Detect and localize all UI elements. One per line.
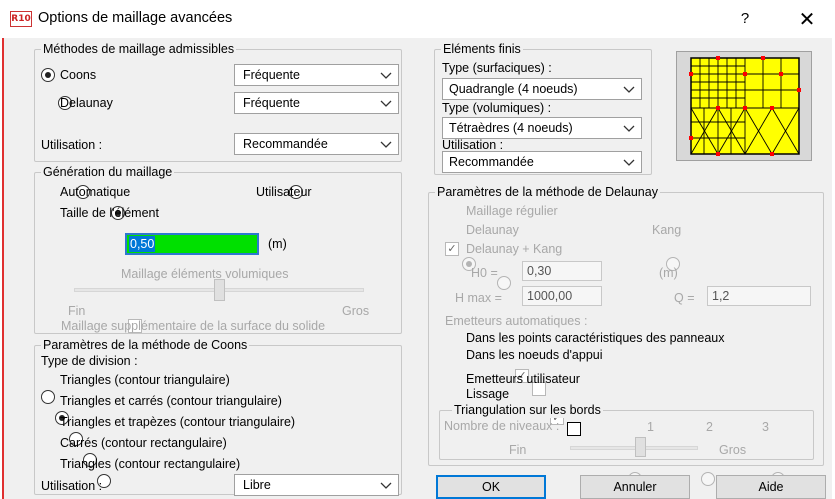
chevron-down-icon — [380, 100, 392, 107]
generation-legend: Génération du maillage — [41, 164, 175, 180]
user-label: Utilisateur — [256, 185, 312, 199]
hmax-value: 1000,00 — [527, 289, 573, 303]
close-button[interactable]: ✕ — [790, 6, 824, 32]
volumic-slider-thumb[interactable] — [214, 279, 225, 301]
coons-usage-value: Libre — [243, 478, 271, 492]
chevron-down-icon — [623, 159, 635, 166]
h0-value: 0,30 — [527, 264, 552, 278]
surface-type-select[interactable]: Quadrangle (4 noeuds) — [442, 78, 642, 100]
delaunay-label: Delaunay — [60, 96, 113, 110]
kang-method-label: Kang — [652, 223, 682, 237]
window-title: Options de maillage avancées — [38, 10, 233, 26]
help-title-button[interactable]: ? — [730, 8, 760, 30]
smoothing-label: Lissage — [466, 387, 510, 401]
division-option-label: Triangles (contour rectangulaire) — [60, 457, 241, 471]
title-bar: R10 Options de maillage avancées ? ✕ — [0, 0, 835, 38]
chevron-down-icon — [623, 86, 635, 93]
element-size-unit: (m) — [268, 237, 287, 251]
edges-fine-label: Fin — [509, 443, 527, 457]
level-radio[interactable] — [701, 472, 715, 486]
extra-surface-label: Maillage supplémentaire de la surface du… — [61, 319, 326, 333]
help-button[interactable]: Aide — [716, 475, 826, 499]
levels-label: Nombre de niveaux : — [444, 419, 560, 433]
h0-input[interactable]: 0,30 — [522, 261, 602, 281]
hmax-label: H max = — [455, 291, 502, 305]
volume-type-select[interactable]: Tétraèdres (4 noeuds) — [442, 117, 642, 139]
regular-mesh-checkbox[interactable]: ✓ — [445, 242, 459, 256]
level-label: 1 — [647, 420, 654, 434]
delaunay-params-legend: Paramètres de la méthode de Delaunay — [435, 184, 660, 200]
coons-label: Coons — [60, 68, 97, 82]
coons-params-legend: Paramètres de la méthode de Coons — [41, 337, 250, 353]
edges-coarse-label: Gros — [719, 443, 747, 457]
division-option-label: Carrés (contour rectangulaire) — [60, 436, 227, 450]
mesh-preview — [676, 51, 812, 161]
ok-button[interactable]: OK — [436, 475, 546, 499]
coons-usage-select[interactable]: Libre — [234, 474, 399, 496]
coons-usage-label: Utilisation : — [41, 479, 103, 493]
delaunay-frequency-value: Fréquente — [243, 96, 300, 110]
user-emitters-label: Emetteurs utilisateur — [466, 372, 580, 386]
delaunay-frequency-select[interactable]: Fréquente — [234, 92, 399, 114]
chevron-down-icon — [623, 125, 635, 132]
edges-slider-thumb[interactable] — [635, 437, 646, 457]
finite-usage-value: Recommandée — [449, 155, 534, 169]
volume-type-label: Type (volumiques) : — [442, 101, 552, 115]
methods-legend: Méthodes de maillage admissibles — [41, 41, 237, 57]
edges-slider-track[interactable] — [570, 446, 698, 450]
methods-usage-label: Utilisation : — [41, 138, 103, 152]
methods-usage-select[interactable]: Recommandée — [234, 133, 399, 155]
division-option-radio[interactable] — [41, 390, 55, 404]
volumic-coarse-label: Gros — [342, 304, 370, 318]
regular-mesh-label: Maillage régulier — [466, 204, 558, 218]
surface-type-value: Quadrangle (4 noeuds) — [449, 82, 578, 96]
element-size-input[interactable]: 0,50 — [125, 233, 259, 255]
volume-type-value: Tétraèdres (4 noeuds) — [449, 121, 573, 135]
dialog-body: Méthodes de maillage admissibles Coons F… — [2, 38, 832, 499]
level-label: 2 — [706, 420, 713, 434]
edges-legend: Triangulation sur les bords — [452, 402, 603, 418]
hmax-input[interactable]: 1000,00 — [522, 286, 602, 306]
support-nodes-label: Dans les noeuds d'appui — [466, 348, 603, 362]
mesh-preview-image — [689, 56, 801, 156]
coons-frequency-select[interactable]: Fréquente — [234, 64, 399, 86]
h0-label: H0 = — [471, 266, 498, 280]
q-value: 1,2 — [712, 289, 730, 303]
division-type-label: Type de division : — [41, 354, 138, 368]
element-size-label: Taille de l'élément — [60, 206, 159, 220]
h0-unit: (m) — [659, 266, 678, 280]
chevron-down-icon — [380, 482, 392, 489]
coons-radio[interactable] — [41, 68, 55, 82]
division-option-label: Triangles et carrés (contour triangulair… — [60, 394, 282, 408]
delaunay-method-label: Delaunay — [466, 223, 519, 237]
delaunay-kang-label: Delaunay + Kang — [466, 242, 563, 256]
coons-frequency-value: Fréquente — [243, 68, 300, 82]
q-label: Q = — [674, 291, 695, 305]
volumic-fine-label: Fin — [68, 304, 86, 318]
element-size-value: 0,50 — [129, 236, 156, 252]
level-label: 3 — [762, 420, 769, 434]
volumic-mesh-label: Maillage éléments volumiques — [121, 267, 289, 281]
app-logo-icon: R10 — [10, 11, 32, 27]
finite-usage-select[interactable]: Recommandée — [442, 151, 642, 173]
q-input[interactable]: 1,2 — [707, 286, 811, 306]
methods-usage-value: Recommandée — [243, 137, 328, 151]
characteristic-points-label: Dans les points caractéristiques des pan… — [466, 331, 725, 345]
cancel-button[interactable]: Annuler — [580, 475, 690, 499]
auto-emitters-label: Emetteurs automatiques : — [445, 314, 588, 328]
surface-type-label: Type (surfaciques) : — [442, 61, 552, 75]
chevron-down-icon — [380, 141, 392, 148]
division-option-label: Triangles (contour triangulaire) — [60, 373, 230, 387]
finite-elements-legend: Eléments finis — [441, 41, 523, 57]
chevron-down-icon — [380, 72, 392, 79]
division-option-label: Triangles et trapèzes (contour triangula… — [60, 415, 296, 429]
automatic-label: Automatique — [60, 185, 131, 199]
